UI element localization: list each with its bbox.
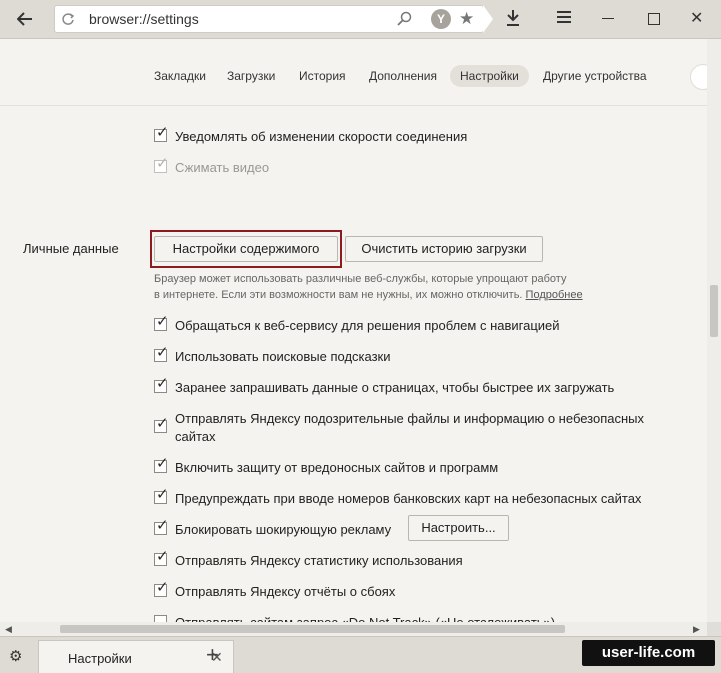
search-icon[interactable] (397, 11, 413, 27)
close-window-icon[interactable]: ✕ (690, 8, 703, 28)
checkmark-icon: ✓ (156, 344, 169, 361)
watermark-logo: user-life.com (582, 640, 715, 666)
checkbox[interactable]: ✓ (154, 487, 169, 504)
checkbox[interactable]: ✓ (154, 314, 169, 331)
settings-content: ✓ Уведомлять об изменении скорости соеди… (0, 106, 707, 622)
more-link[interactable]: Подробнее (526, 289, 583, 301)
checkbox: ✓ (154, 156, 169, 173)
section-label-personal-data: Личные данные (23, 241, 119, 256)
checkmark-icon: ✓ (156, 313, 169, 330)
nav-tab-downloads[interactable]: Загрузки (217, 65, 285, 87)
scrollbar-corner (707, 622, 721, 636)
nav-tab-extensions[interactable]: Дополнения (359, 65, 447, 87)
address-bar[interactable]: browser://settings Y ★ (54, 5, 493, 33)
checkmark-icon: ✓ (156, 155, 169, 172)
nav-tab-settings[interactable]: Настройки (450, 65, 529, 87)
reload-icon[interactable] (61, 12, 75, 26)
tab-settings[interactable]: Настройки ✕ (38, 640, 234, 673)
nav-tab-other-devices[interactable]: Другие устройства (533, 65, 657, 87)
horizontal-scrollbar[interactable]: ◀ ▶ (0, 622, 707, 636)
checkbox[interactable] (154, 615, 167, 622)
horizontal-scroll-thumb[interactable] (60, 625, 565, 633)
checkbox[interactable]: ✓ (154, 549, 169, 566)
clear-download-history-button[interactable]: Очистить историю загрузки (345, 236, 543, 262)
configure-ads-button[interactable]: Настроить... (408, 515, 509, 541)
url-text[interactable]: browser://settings (89, 11, 199, 27)
title-bar: browser://settings Y ★ ✕ (0, 0, 721, 39)
personal-data-hint: Браузер может использовать различные веб… (154, 273, 583, 301)
checkmark-icon: ✓ (156, 455, 169, 472)
gear-icon[interactable]: ⚙ (9, 647, 22, 665)
scroll-left-icon[interactable]: ◀ (5, 624, 12, 635)
star-icon[interactable]: ★ (459, 9, 474, 29)
content-settings-button[interactable]: Настройки содержимого (154, 236, 338, 262)
checkbox[interactable]: ✓ (154, 580, 169, 597)
checkbox[interactable]: ✓ (154, 416, 169, 433)
nav-tab-history[interactable]: История (289, 65, 356, 87)
checkmark-icon: ✓ (156, 486, 169, 503)
settings-nav: Закладки Загрузки История Дополнения Нас… (0, 39, 716, 106)
checkmark-icon: ✓ (156, 548, 169, 565)
back-button[interactable] (10, 6, 40, 32)
checkbox[interactable]: ✓ (154, 376, 169, 393)
hamburger-menu-icon[interactable] (556, 10, 572, 24)
arrow-left-icon (17, 12, 32, 26)
checkmark-icon: ✓ (156, 124, 169, 141)
maximize-window-icon[interactable] (648, 13, 660, 25)
checkmark-icon: ✓ (156, 415, 169, 432)
new-tab-icon[interactable]: + (206, 642, 219, 668)
download-icon[interactable] (505, 9, 521, 27)
scroll-right-icon[interactable]: ▶ (693, 624, 700, 635)
checkbox[interactable]: ✓ (154, 345, 169, 362)
yandex-protect-icon[interactable]: Y (431, 9, 451, 29)
vertical-scrollbar[interactable] (707, 39, 721, 622)
nav-tab-bookmarks[interactable]: Закладки (144, 65, 216, 87)
vertical-scroll-thumb[interactable] (710, 285, 718, 337)
checkmark-icon: ✓ (156, 517, 169, 534)
minimize-window-icon[interactable] (602, 18, 614, 19)
checkbox[interactable]: ✓ (154, 518, 169, 535)
checkbox[interactable]: ✓ (154, 456, 169, 473)
checkmark-icon: ✓ (156, 579, 169, 596)
checkmark-icon: ✓ (156, 375, 169, 392)
checkbox[interactable]: ✓ (154, 125, 169, 142)
